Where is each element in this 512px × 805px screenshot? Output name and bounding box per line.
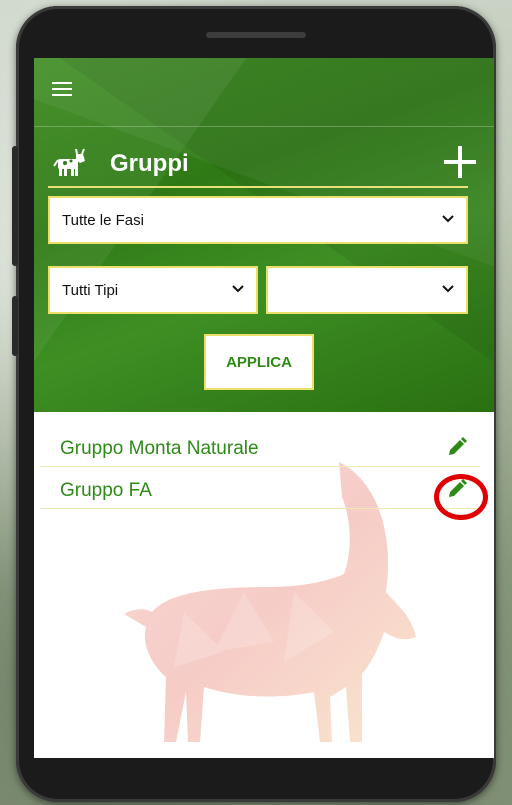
pencil-icon[interactable]: [446, 436, 468, 458]
chevron-down-icon: [232, 285, 244, 293]
secondary-select[interactable]: [266, 266, 468, 314]
apply-button[interactable]: APPLICA: [204, 334, 314, 390]
app-screen: Gruppi Tutte le Fasi Tutti Tipi APPLICA: [34, 58, 494, 758]
type-select-value: Tutti Tipi: [62, 282, 119, 299]
cow-icon: [53, 148, 85, 176]
highlight-circle: [434, 474, 488, 520]
title-underline: [48, 186, 468, 188]
type-select[interactable]: Tutti Tipi: [48, 266, 258, 314]
phase-select[interactable]: Tutte le Fasi: [48, 196, 468, 244]
speaker: [206, 32, 306, 38]
group-name: Gruppo Monta Naturale: [60, 438, 259, 459]
list-item[interactable]: Gruppo FA: [40, 472, 480, 509]
hamburger-menu-icon[interactable]: [52, 82, 72, 98]
group-name: Gruppo FA: [60, 480, 152, 501]
chevron-down-icon: [442, 215, 454, 223]
chevron-down-icon: [442, 285, 454, 293]
side-button: [12, 296, 18, 356]
group-list: Gruppo Monta Naturale Gruppo FA: [34, 412, 494, 758]
title-row: Gruppi: [48, 142, 478, 186]
divider: [34, 126, 494, 127]
phase-select-value: Tutte le Fasi: [62, 212, 144, 229]
side-button: [12, 146, 18, 266]
plus-icon[interactable]: [442, 144, 478, 180]
header: Gruppi Tutte le Fasi Tutti Tipi APPLICA: [34, 58, 494, 412]
page-title: Gruppi: [110, 150, 189, 177]
list-item[interactable]: Gruppo Monta Naturale: [40, 430, 480, 467]
